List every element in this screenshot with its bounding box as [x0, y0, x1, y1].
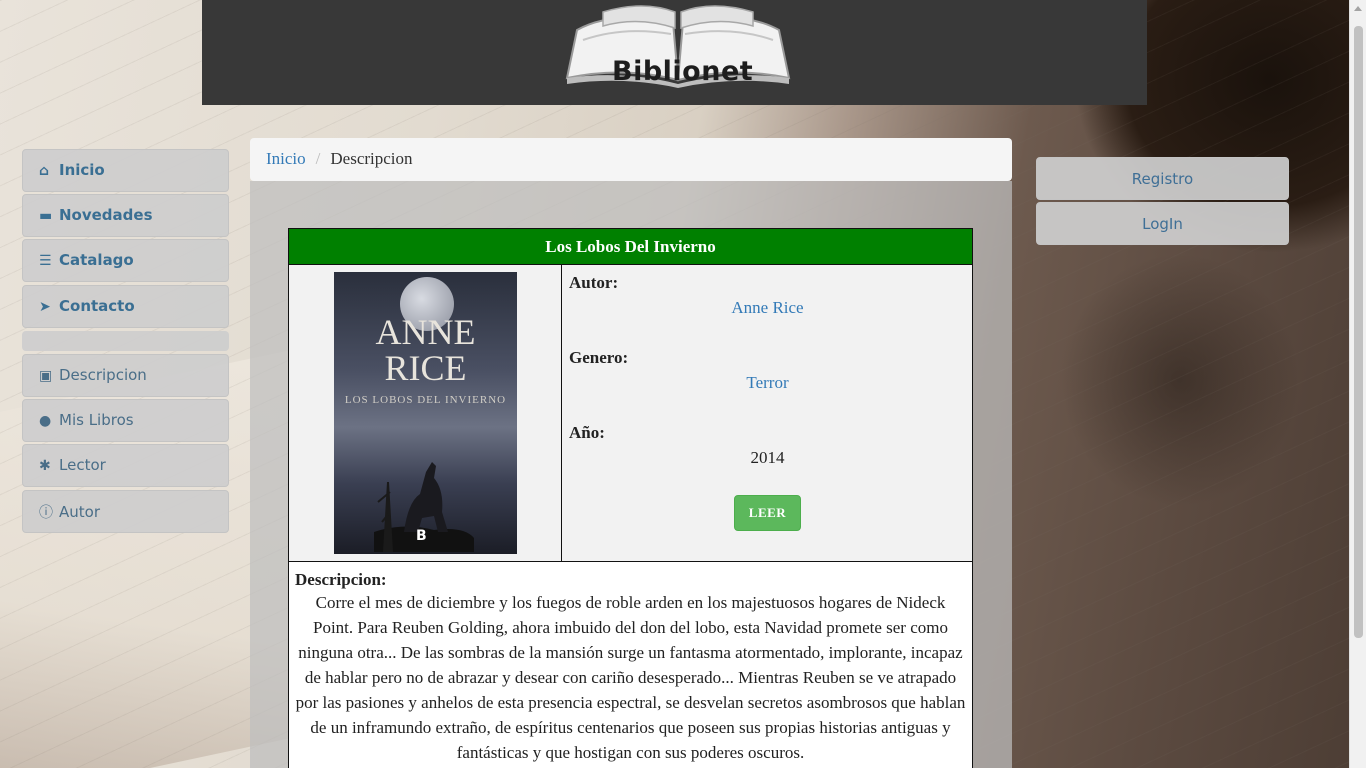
user-icon: ●: [39, 413, 52, 429]
register-button[interactable]: Registro: [1036, 157, 1289, 200]
author-link[interactable]: Anne Rice: [563, 298, 972, 318]
book-info-row: ANNE RICE LOS LOBOS DEL INVIERNO B Autor…: [289, 265, 972, 562]
cover-subtitle: LOS LOBOS DEL INVIERNO: [344, 394, 507, 406]
cover-author-first: ANNE: [375, 312, 476, 352]
sidebar-item-mis-libros[interactable]: ● Mis Libros: [22, 399, 229, 442]
sidebar-item-label: Autor: [59, 503, 100, 521]
author-label: Autor:: [569, 273, 619, 292]
publisher-logo: B: [416, 528, 427, 544]
read-button[interactable]: LEER: [734, 495, 801, 531]
sidebar-item-contacto[interactable]: ➤ Contacto: [22, 285, 229, 328]
sidebar-item-label: Descripcion: [59, 366, 147, 384]
list-icon: ☰: [39, 253, 52, 269]
sidebar-item-label: Inicio: [59, 161, 105, 179]
year-value: 2014: [750, 448, 785, 467]
genre-label: Genero:: [569, 348, 629, 367]
breadcrumb-current: Descripcion: [330, 149, 413, 168]
sidebar-item-lector[interactable]: ✱ Lector: [22, 444, 229, 487]
cover-cell: ANNE RICE LOS LOBOS DEL INVIERNO B: [289, 265, 562, 562]
cover-author-last: RICE: [384, 348, 467, 388]
send-icon: ➤: [39, 299, 51, 315]
book-metadata: Autor: Anne Rice Genero: Terror Año: 201…: [563, 265, 972, 562]
home-icon: ⌂: [39, 163, 50, 179]
page-scrollbar[interactable]: [1349, 0, 1366, 768]
sidebar-item-label: Lector: [59, 456, 106, 474]
breadcrumb: Inicio / Descripcion: [250, 138, 1012, 181]
description-text: Corre el mes de diciembre y los fuegos d…: [295, 593, 966, 762]
book-title: Los Lobos Del Invierno: [289, 229, 972, 265]
login-button[interactable]: LogIn: [1036, 202, 1289, 245]
sidebar-divider: [22, 331, 229, 351]
sidebar-item-inicio[interactable]: ⌂ Inicio: [22, 149, 229, 192]
sidebar-item-label: Novedades: [59, 206, 153, 224]
sidebar-item-novedades[interactable]: ▬ Novedades: [22, 194, 229, 237]
breadcrumb-home-link[interactable]: Inicio: [266, 149, 306, 168]
comment-icon: ▬: [39, 208, 53, 224]
sidebar-item-descripcion[interactable]: ▣ Descripcion: [22, 354, 229, 397]
sidebar-item-label: Contacto: [59, 297, 135, 315]
asterisk-icon: ✱: [39, 458, 51, 474]
sidebar-item-label: Mis Libros: [59, 411, 134, 429]
sidebar-item-catalago[interactable]: ☰ Catalago: [22, 239, 229, 282]
scrollbar-thumb[interactable]: [1354, 26, 1363, 638]
book-detail-table: Los Lobos Del Invierno ANNE RICE LOS LOB…: [288, 228, 973, 768]
book-cover-image: ANNE RICE LOS LOBOS DEL INVIERNO B: [334, 272, 517, 554]
site-logo-text: Biblionet: [612, 56, 754, 87]
breadcrumb-separator: /: [315, 149, 321, 168]
picture-icon: ▣: [39, 368, 53, 384]
description-label: Descripcion:: [295, 570, 387, 589]
sidebar-item-autor[interactable]: ⓘ Autor: [22, 490, 229, 533]
genre-link[interactable]: Terror: [563, 373, 972, 393]
info-icon: ⓘ: [39, 505, 53, 521]
description-section: Descripcion: Corre el mes de diciembre y…: [289, 562, 972, 768]
sidebar-item-label: Catalago: [59, 251, 134, 269]
year-label: Año:: [569, 423, 605, 442]
scroll-up-icon[interactable]: [1354, 6, 1362, 11]
